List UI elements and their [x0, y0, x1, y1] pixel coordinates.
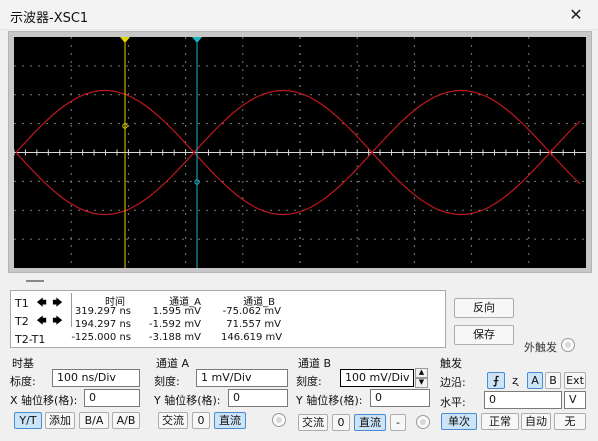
rising-edge-icon[interactable]: ⨍	[487, 372, 505, 389]
t2-channel-a: -1.592 mV	[149, 319, 201, 330]
trigger-single-button[interactable]: 单次	[441, 413, 477, 430]
ext-trigger-radio[interactable]	[561, 338, 575, 352]
t1-right-arrow-icon[interactable]: 🡆	[51, 298, 64, 310]
channel-b-radio[interactable]	[416, 415, 430, 429]
falling-edge-icon[interactable]: ʐ	[507, 372, 523, 389]
delta-channel-b: 146.619 mV	[221, 332, 283, 343]
trigger-level-unit[interactable]: V	[564, 391, 586, 409]
trigger-level-label: 水平:	[440, 396, 466, 409]
channel-b-dc-button[interactable]: 直流	[354, 414, 386, 431]
t2-channel-b: 71.557 mV	[226, 319, 281, 330]
t2-left-arrow-icon[interactable]: 🡄	[35, 316, 48, 328]
t2-t1-label: T2-T1	[15, 333, 46, 346]
channel-b-ypos-label: Y 轴位移(格):	[296, 394, 363, 407]
channel-b-zero-button[interactable]: 0	[332, 414, 350, 431]
horizontal-scrollbar[interactable]	[8, 274, 592, 286]
t1-left-arrow-icon[interactable]: 🡄	[35, 298, 48, 310]
t1-channel-b: -75.062 mV	[222, 306, 281, 317]
cursor-t1-marker-icon	[120, 37, 130, 43]
timebase-title: 时基	[12, 357, 34, 370]
x-position-label: X 轴位移(格):	[10, 394, 78, 407]
channel-a-title: 通道 A	[156, 357, 190, 370]
t2-time: 194.297 ns	[74, 319, 131, 330]
cursor-t2-marker-icon	[192, 37, 202, 43]
mode-ba-button[interactable]: B/A	[79, 412, 109, 429]
cursor-readout-panel: T1 T2 T2-T1 🡄 🡆 🡄 🡆 时间 通道_A 通道_B 319.297…	[10, 290, 446, 348]
t1-time: 319.297 ns	[74, 306, 131, 317]
channel-a-zero-button[interactable]: 0	[192, 412, 210, 429]
channel-b-minus-button[interactable]: -	[390, 414, 406, 431]
x-position-input[interactable]: 0	[84, 389, 140, 407]
channel-a-ac-button[interactable]: 交流	[158, 412, 188, 429]
waveform-plot	[14, 37, 586, 268]
close-button[interactable]: ✕	[566, 5, 586, 25]
t1-label: T1	[15, 297, 29, 310]
trigger-title: 触发	[440, 357, 462, 370]
timebase-scale-input[interactable]: 100 ns/Div	[52, 369, 140, 387]
channel-a-ypos-label: Y 轴位移(格):	[154, 394, 221, 407]
ext-trigger-label: 外触发	[524, 341, 557, 354]
t1-channel-a: 1.595 mV	[152, 306, 201, 317]
channel-a-ypos-input[interactable]: 0	[228, 389, 288, 407]
save-button[interactable]: 保存	[454, 325, 514, 345]
channel-b-scale-down-icon[interactable]: ▼	[415, 378, 428, 388]
trigger-none-button[interactable]: 无	[554, 413, 586, 430]
delta-channel-a: -3.188 mV	[149, 332, 201, 343]
channel-b-scale-up-icon[interactable]: ▲	[415, 368, 428, 378]
mode-yt-button[interactable]: Y/T	[14, 412, 42, 429]
channel-b-scale-label: 刻度:	[296, 375, 322, 388]
trigger-source-b-button[interactable]: B	[545, 372, 561, 389]
channel-a-dc-button[interactable]: 直流	[214, 412, 246, 429]
t2-right-arrow-icon[interactable]: 🡆	[51, 316, 64, 328]
mode-ab-button[interactable]: A/B	[112, 412, 140, 429]
scrollbar-thumb[interactable]	[26, 280, 44, 282]
trigger-level-input[interactable]: 0	[484, 391, 562, 409]
channel-a-scale-label: 刻度:	[154, 375, 180, 388]
trigger-source-ext-button[interactable]: Ext	[564, 372, 586, 389]
trigger-edge-label: 边沿:	[440, 376, 466, 389]
oscilloscope-screen	[14, 37, 586, 268]
channel-b-ac-button[interactable]: 交流	[298, 414, 328, 431]
title-bar	[0, 0, 598, 30]
timebase-scale-label: 标度:	[10, 375, 36, 388]
reverse-button[interactable]: 反向	[454, 298, 514, 318]
channel-b-ypos-input[interactable]: 0	[370, 389, 430, 407]
t2-label: T2	[15, 315, 29, 328]
trigger-auto-button[interactable]: 自动	[521, 413, 551, 430]
window-title: 示波器-XSC1	[10, 11, 89, 26]
delta-time: -125.000 ns	[71, 332, 131, 343]
trigger-normal-button[interactable]: 正常	[481, 413, 519, 430]
channel-b-title: 通道 B	[298, 357, 332, 370]
channel-a-radio[interactable]	[272, 413, 286, 427]
mode-add-button[interactable]: 添加	[45, 412, 75, 429]
channel-b-scale-input[interactable]: 100 mV/Div	[340, 369, 414, 387]
channel-a-scale-input[interactable]: 1 mV/Div	[196, 369, 288, 387]
trigger-source-a-button[interactable]: A	[527, 372, 543, 389]
